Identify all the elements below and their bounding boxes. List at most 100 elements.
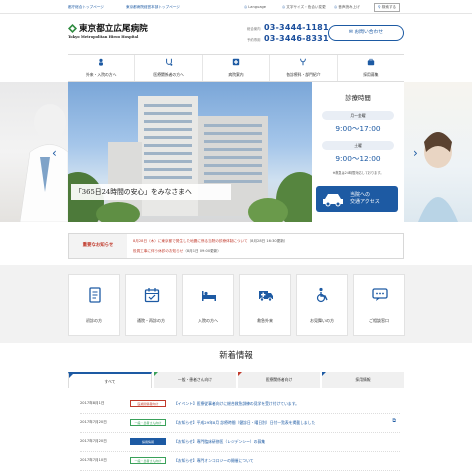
top-utility-bar: 都庁総合トップページ 東京都病院経営本部トップページ ◎ Language ◎ …	[0, 0, 472, 14]
hours-note: ※救急は24時間対応しております。	[332, 171, 384, 175]
card-emergency[interactable]: 救急外来	[239, 274, 291, 336]
tab-label: 採用情報	[355, 377, 371, 382]
external-link-icon: ⧉	[392, 418, 396, 424]
nav-item-outpatient[interactable]: 外来・入院の方へ	[68, 55, 134, 81]
recruit-icon	[367, 58, 375, 66]
car-icon	[323, 194, 343, 207]
card-label: 入院の方へ	[198, 318, 218, 323]
nav-item-medical-staff[interactable]: 医療関係者の方へ	[134, 55, 201, 81]
font-size-button[interactable]: ◎ 文字サイズ・色合い変更	[282, 5, 326, 10]
phone-label-general: 総合案内	[247, 27, 261, 31]
tab-marker	[322, 372, 326, 376]
tab-label: 医療関係者向け	[265, 377, 293, 382]
tab-label: すべて	[104, 379, 116, 384]
hospital-name[interactable]: 東京都立広尾病院	[79, 22, 148, 34]
department-icon	[300, 58, 307, 66]
tab-recruit[interactable]: 採用情報	[322, 372, 404, 388]
hero-prev-arrow-icon[interactable]: ‹	[52, 146, 57, 160]
news-title: 【イベント】医療従事者向けに総合救急訓練の見学を受け付けています。	[174, 401, 299, 406]
notice-item[interactable]: 役員工事に伴う休診のお知らせ（8月1日 09:00更新）	[133, 249, 221, 254]
nav-label: 病院案内	[228, 72, 244, 77]
news-category-badge: 一般・患者さん向け	[130, 419, 166, 426]
news-title: 【お知らせ】平成29年8月 診療時間（健診日・曜日別）日付一覧表を掲載しました	[174, 420, 316, 425]
news-date: 2017年7月20日	[80, 439, 107, 443]
hero-next-arrow-icon[interactable]: ›	[413, 146, 418, 160]
news-item[interactable]: 2017年7月20日 採用情報 【お知らせ】専門臨床研修医（レジデンシー）の募集	[80, 433, 400, 452]
hours-title: 診療時間	[345, 94, 371, 102]
nav-label: 医療関係者の方へ	[153, 72, 184, 77]
card-first-visit[interactable]: 初診の方	[68, 274, 120, 336]
doctor-image	[19, 104, 69, 223]
card-label: 救急外来	[257, 318, 273, 323]
card-inpatient[interactable]: 入院の方へ	[182, 274, 234, 336]
stethoscope-icon	[165, 58, 172, 66]
search-label: 検索する	[381, 5, 397, 9]
news-item[interactable]: 2017年7月20日 一般・患者さん向け 【お知らせ】平成29年8月 診療時間（…	[80, 414, 400, 433]
news-item[interactable]: 2017年8月1日 医療関係者向け 【イベント】医療従事者向けに総合救急訓練の見…	[80, 395, 400, 414]
bed-icon	[202, 291, 216, 301]
news-date: 2017年7月20日	[80, 420, 107, 424]
wheelchair-icon	[316, 287, 328, 303]
contact-label: お問い合わせ	[354, 30, 384, 35]
nav-item-recruit[interactable]: 採用募集	[336, 55, 404, 81]
hero-hospital-photo	[68, 82, 312, 222]
access-label: 当院への 交通アクセス	[350, 192, 380, 206]
voice-button[interactable]: ◎ 音声読み上げ	[334, 5, 360, 10]
hero-side-photo-left	[0, 82, 69, 223]
divider	[0, 13, 472, 14]
tab-marker	[238, 372, 242, 376]
phone-number-reservation[interactable]: 03-3446-8331	[264, 34, 329, 43]
news-category-badge: 一般・患者さん向け	[130, 457, 166, 464]
hospital-cross-icon	[232, 58, 240, 66]
news-title: 【お知らせ】専門臨床研修医（レジデンシー）の募集	[174, 439, 266, 444]
notice-item-date: （8月1日 09:00更新）	[183, 249, 221, 253]
notice-item[interactable]: 8月28日（木）に東京都で発生した地震に係る当院の診療体制について（8月28日 …	[133, 239, 287, 244]
news-item[interactable]: 2017年7月10日 一般・患者さん向け 【お知らせ】専門オンコロジーの開催につ…	[80, 452, 400, 471]
saturday-time: 9:00～12:00	[335, 154, 381, 163]
card-label: 初診の方	[86, 318, 102, 323]
notice-item-text: 8月28日（木）に東京都で発生した地震に係る当院の診療体制について	[133, 239, 248, 243]
tab-general[interactable]: 一般・患者さん向け	[154, 372, 236, 388]
person-icon	[99, 58, 104, 66]
phone-label-reservation: 予約専用	[247, 38, 261, 42]
hero-caption: 「365日24時間の安心」をみなさまへ	[71, 184, 231, 200]
news-tabs: すべて 一般・患者さん向け 医療関係者向け 採用情報	[68, 372, 404, 388]
tab-marker	[69, 374, 73, 378]
nav-item-departments[interactable]: 各診療科・部門紹介	[269, 55, 336, 81]
link-bureau-top[interactable]: 東京都病院経営本部トップページ	[126, 5, 180, 10]
weekday-time: 9:00～17:00	[335, 124, 381, 133]
ambulance-icon	[259, 291, 273, 302]
language-button[interactable]: ◎ Language	[244, 5, 266, 9]
card-consultation[interactable]: ご相談窓口	[353, 274, 405, 336]
news-date: 2017年7月10日	[80, 458, 107, 462]
tab-medical[interactable]: 医療関係者向け	[238, 372, 320, 388]
notice-item-date: （8月28日 16:30更新）	[247, 239, 288, 243]
news-title: 【お知らせ】専門オンコロジーの開催について	[174, 458, 254, 463]
notice-label: 重要なお知らせ	[69, 234, 127, 258]
nav-label: 各診療科・部門紹介	[286, 72, 321, 77]
document-icon	[89, 287, 101, 303]
access-button[interactable]: 当院への 交通アクセス	[316, 186, 398, 212]
main-nav: 外来・入院の方へ 医療関係者の方へ 病院案内 各診療科・部門紹介 採用募集	[68, 54, 404, 82]
card-revisit[interactable]: 通院・再診の方	[125, 274, 177, 336]
notice-item-text: 役員工事に伴う休診のお知らせ	[133, 249, 184, 253]
news-category-badge: 採用情報	[130, 438, 166, 445]
hospital-name-en: Tokyo Metropolitan Hiroo Hospital	[68, 35, 139, 39]
hospital-building-image	[68, 96, 312, 222]
news-date: 2017年8月1日	[80, 401, 105, 405]
card-label: お見舞いの方	[310, 318, 334, 323]
access-label-line2: 交通アクセス	[350, 199, 380, 205]
contact-button[interactable]: ✉ お問い合わせ	[328, 25, 404, 41]
nav-label: 採用募集	[363, 72, 379, 77]
card-visitors[interactable]: お見舞いの方	[296, 274, 348, 336]
weekday-label: 月～金曜	[322, 111, 394, 120]
search-button[interactable]: ⚲ 検索する	[374, 3, 401, 12]
calendar-icon	[144, 288, 160, 303]
access-label-line1: 当院への	[350, 192, 371, 198]
link-metro-top[interactable]: 都庁総合トップページ	[68, 5, 104, 10]
tab-marker	[154, 372, 158, 376]
consultation-icon	[372, 288, 388, 301]
tab-all[interactable]: すべて	[68, 372, 152, 388]
nav-item-about[interactable]: 病院案内	[201, 55, 269, 81]
phone-number-general[interactable]: 03-3444-1181	[264, 23, 329, 32]
